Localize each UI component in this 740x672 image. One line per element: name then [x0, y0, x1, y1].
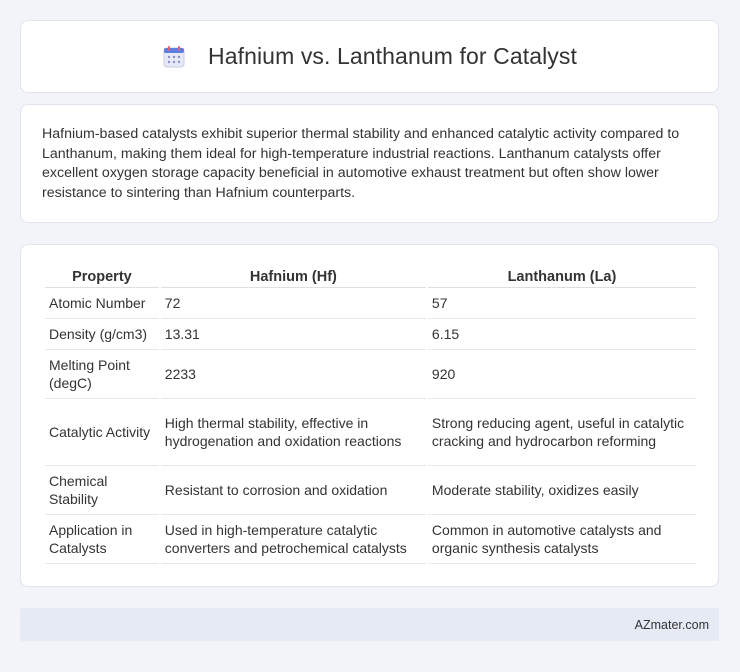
calendar-icon: [162, 45, 186, 69]
lanthanum-cell: Common in automotive catalysts and organ…: [427, 515, 696, 564]
table-header-row: Property Hafnium (Hf) Lanthanum (La): [45, 265, 696, 288]
lanthanum-cell: 6.15: [427, 319, 696, 350]
footer: AZmater.com: [20, 608, 719, 641]
comparison-table: Property Hafnium (Hf) Lanthanum (La) Ato…: [43, 265, 698, 564]
hafnium-cell: Used in high-temperature catalytic conve…: [160, 515, 426, 564]
property-cell: Density (g/cm3): [45, 319, 159, 350]
hafnium-cell: 72: [160, 288, 426, 319]
lanthanum-cell: Strong reducing agent, useful in catalyt…: [427, 399, 696, 466]
hafnium-cell: 13.31: [160, 319, 426, 350]
comparison-table-card: Property Hafnium (Hf) Lanthanum (La) Ato…: [20, 244, 719, 587]
header-card: Hafnium vs. Lanthanum for Catalyst: [20, 20, 719, 93]
column-header-lanthanum: Lanthanum (La): [427, 265, 696, 288]
property-cell: Chemical Stability: [45, 466, 159, 515]
property-cell: Melting Point (degC): [45, 350, 159, 399]
table-row: Catalytic Activity High thermal stabilit…: [45, 399, 696, 466]
hafnium-cell: 2233: [160, 350, 426, 399]
column-header-property: Property: [45, 265, 159, 288]
footer-brand: AZmater.com: [634, 617, 709, 632]
summary-card: Hafnium-based catalysts exhibit superior…: [20, 104, 719, 223]
table-row: Melting Point (degC) 2233 920: [45, 350, 696, 399]
summary-text: Hafnium-based catalysts exhibit superior…: [42, 126, 680, 201]
lanthanum-cell: 920: [427, 350, 696, 399]
property-cell: Application in Catalysts: [45, 515, 159, 564]
hafnium-cell: High thermal stability, effective in hyd…: [160, 399, 426, 466]
table-row: Density (g/cm3) 13.31 6.15: [45, 319, 696, 350]
table-row: Atomic Number 72 57: [45, 288, 696, 319]
table-row: Chemical Stability Resistant to corrosio…: [45, 466, 696, 515]
page-title: Hafnium vs. Lanthanum for Catalyst: [207, 43, 577, 69]
property-cell: Atomic Number: [45, 288, 159, 319]
lanthanum-cell: 57: [427, 288, 696, 319]
lanthanum-cell: Moderate stability, oxidizes easily: [427, 466, 696, 515]
table-row: Application in Catalysts Used in high-te…: [45, 515, 696, 564]
hafnium-cell: Resistant to corrosion and oxidation: [160, 466, 426, 515]
property-cell: Catalytic Activity: [45, 399, 159, 466]
column-header-hafnium: Hafnium (Hf): [160, 265, 426, 288]
